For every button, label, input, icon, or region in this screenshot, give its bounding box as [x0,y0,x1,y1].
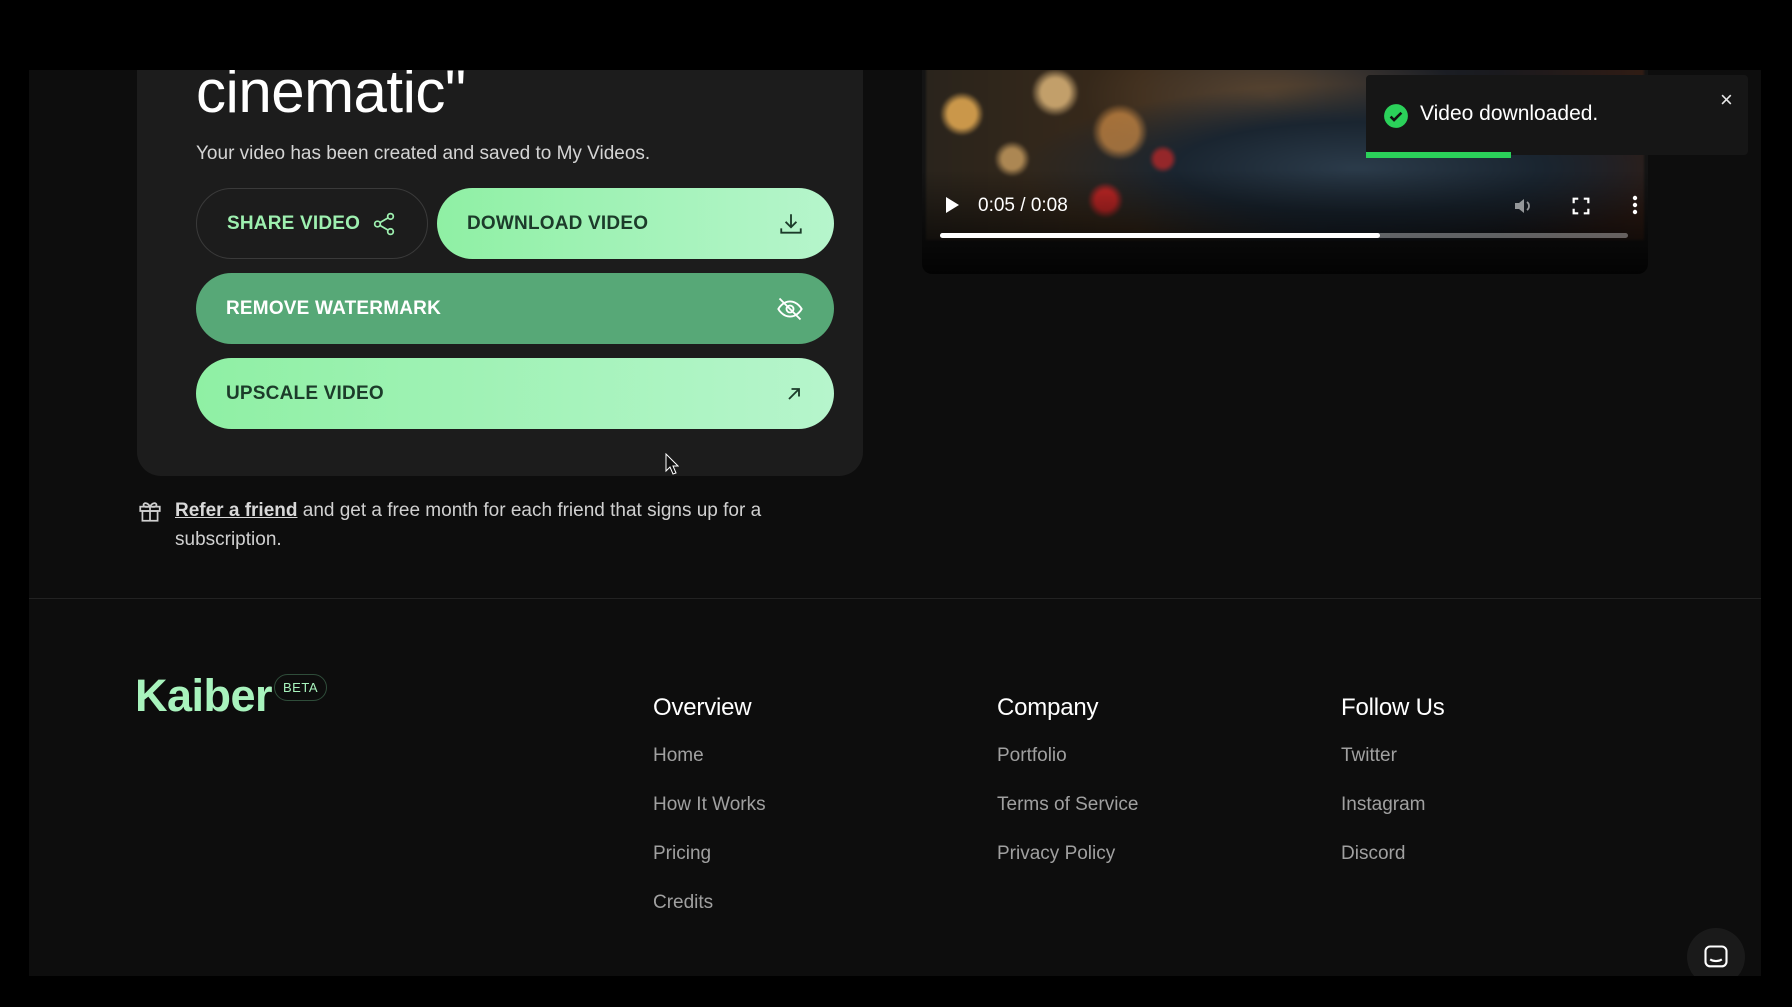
page-frame: cinematic" Your video has been created a… [29,70,1761,976]
toast-progress-fill [1366,152,1512,158]
toast-message: Video downloaded. [1420,102,1599,125]
share-icon [373,212,395,235]
footer-link-instagram[interactable]: Instagram [1341,793,1445,816]
more-options-icon[interactable] [1624,193,1646,217]
toast-progress-bar [1366,152,1748,158]
download-video-button[interactable]: DOWNLOAD VIDEO [437,188,834,259]
check-circle-icon [1384,104,1408,128]
fullscreen-icon[interactable] [1570,195,1592,217]
eye-off-icon [777,297,803,320]
chat-icon [1704,945,1728,968]
video-title: cinematic" [196,70,466,125]
mouse-cursor-icon [665,453,679,475]
footer-link-home[interactable]: Home [653,744,766,767]
share-video-button[interactable]: SHARE VIDEO [196,188,428,259]
footer-link-terms-of-service[interactable]: Terms of Service [997,793,1138,816]
footer-link-pricing[interactable]: Pricing [653,842,766,865]
footer-link-how-it-works[interactable]: How It Works [653,793,766,816]
video-progress-bar[interactable] [940,233,1628,238]
download-video-label: DOWNLOAD VIDEO [467,212,649,234]
gift-icon [139,502,161,522]
footer-column-overview: Overview Home How It Works Pricing Credi… [653,694,766,940]
upscale-video-label: UPSCALE VIDEO [226,382,384,404]
video-time: 0:05 / 0:08 [978,195,1068,216]
footer-column-company: Company Portfolio Terms of Service Priva… [997,694,1138,891]
remove-watermark-button[interactable]: REMOVE WATERMARK [196,273,834,344]
arrow-up-right-icon [788,387,800,400]
share-video-label: SHARE VIDEO [227,212,361,234]
toast-close-button[interactable]: × [1720,87,1733,113]
footer-heading-company: Company [997,694,1099,721]
refer-a-friend-link[interactable]: Refer a friend [175,500,297,521]
play-icon[interactable] [944,196,960,214]
footer-divider [29,598,1761,599]
video-created-message: Your video has been created and saved to… [196,143,651,164]
footer-link-twitter[interactable]: Twitter [1341,744,1445,767]
referral-note: Refer a friend and get a free month for … [137,496,817,554]
footer-link-privacy-policy[interactable]: Privacy Policy [997,842,1138,865]
footer-link-credits[interactable]: Credits [653,891,766,914]
download-toast: Video downloaded. × [1366,75,1748,158]
footer-column-follow-us: Follow Us Twitter Instagram Discord [1341,694,1445,891]
chat-support-button[interactable] [1687,928,1745,976]
remove-watermark-label: REMOVE WATERMARK [226,297,442,319]
kaiber-logo[interactable]: Kaiber [135,670,273,722]
referral-text: Refer a friend and get a free month for … [175,496,817,554]
footer-heading-follow-us: Follow Us [1341,694,1445,721]
volume-icon[interactable] [1512,194,1536,218]
download-icon [780,213,802,234]
footer-link-portfolio[interactable]: Portfolio [997,744,1138,767]
upscale-video-button[interactable]: UPSCALE VIDEO [196,358,834,429]
footer-link-discord[interactable]: Discord [1341,842,1445,865]
video-progress-fill [940,233,1381,238]
beta-badge: BETA [274,674,327,701]
footer-heading-overview: Overview [653,694,752,721]
